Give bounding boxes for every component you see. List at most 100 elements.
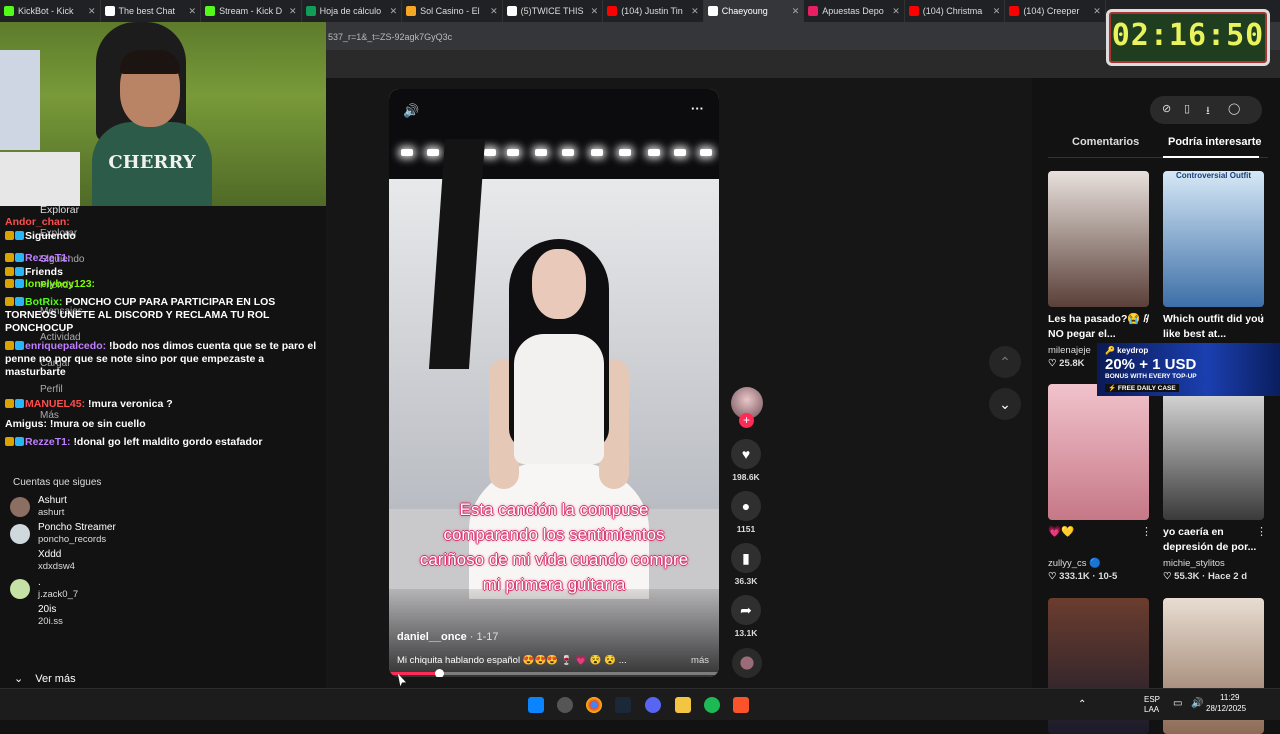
close-icon[interactable]: ✕: [186, 6, 197, 17]
author-name[interactable]: daniel__once: [397, 631, 467, 643]
video-thumbnail[interactable]: [1163, 384, 1264, 520]
avatar[interactable]: [10, 524, 30, 544]
browser-tab[interactable]: (104) Justin Tin ✕: [603, 0, 704, 22]
browser-tab[interactable]: KickBot - Kick ✕: [0, 0, 101, 22]
close-icon[interactable]: ✕: [1090, 6, 1101, 17]
close-icon[interactable]: ✕: [588, 6, 599, 17]
browser-tab[interactable]: (5)TWICE THIS ✕: [503, 0, 604, 22]
video-player[interactable]: 🔊 ··· Esta canción la compuse comparando …: [389, 89, 719, 677]
video-thumbnail[interactable]: [1048, 171, 1149, 307]
following-account[interactable]: Xddd xdxdsw4: [10, 549, 310, 573]
account-name[interactable]: Ashurt: [38, 495, 67, 506]
clock-date[interactable]: 28/12/2025: [1206, 704, 1246, 713]
miniplayer-icon[interactable]: ▯: [1184, 102, 1190, 115]
more-options-icon[interactable]: ···: [691, 101, 704, 116]
chat-username[interactable]: lonelyboy123:: [25, 278, 95, 290]
bookmark-icon[interactable]: ▮: [731, 543, 761, 573]
follow-button[interactable]: +: [739, 413, 754, 428]
heart-icon[interactable]: ♥: [731, 439, 761, 469]
language-variant[interactable]: LAA: [1144, 705, 1159, 714]
chat-username[interactable]: Siguiendo: [25, 230, 76, 242]
avatar[interactable]: [10, 497, 30, 517]
comment-icon[interactable]: ●: [731, 491, 761, 521]
video-title[interactable]: 💗💛: [1048, 525, 1156, 540]
following-account[interactable]: Poncho Streamer poncho_records: [10, 522, 310, 546]
language-code[interactable]: ESP: [1144, 695, 1160, 704]
like-action[interactable]: ♥ 198.6K: [731, 439, 761, 482]
comment-action[interactable]: ● 1151: [731, 491, 761, 534]
chrome-icon[interactable]: [586, 697, 602, 713]
more-options-icon[interactable]: ⋮: [1256, 312, 1267, 325]
browser-tab[interactable]: Stream - Kick D ✕: [201, 0, 302, 22]
close-icon[interactable]: ✕: [688, 6, 699, 17]
account-name[interactable]: .: [38, 577, 41, 588]
video-title[interactable]: Which outfit did you like best at...: [1163, 312, 1271, 342]
chat-username[interactable]: RezzeT1:: [25, 252, 71, 264]
browser-tab[interactable]: Chaeyoung ✕: [703, 0, 805, 22]
chat-username[interactable]: enriquepalcedo:: [25, 340, 106, 352]
spotify-icon[interactable]: [704, 697, 720, 713]
chat-username[interactable]: MANUEL45:: [25, 398, 85, 410]
tab-podria-interesarte[interactable]: Podría interesarte: [1168, 136, 1262, 148]
video-author[interactable]: michie_stylitos: [1163, 558, 1225, 569]
video-author[interactable]: daniel__once · 1-17: [397, 631, 499, 643]
close-icon[interactable]: ✕: [990, 6, 1001, 17]
chat-username[interactable]: RezzeT1:: [25, 436, 71, 448]
close-icon[interactable]: ✕: [387, 6, 398, 17]
tab-comments[interactable]: Comentarios: [1072, 136, 1139, 148]
browser-tab[interactable]: (104) Creeper ✕: [1005, 0, 1106, 22]
more-options-icon[interactable]: ⋮: [1256, 525, 1267, 538]
browser-tab[interactable]: (104) Christma ✕: [905, 0, 1006, 22]
video-thumbnail[interactable]: Controversial Outfit: [1163, 171, 1264, 307]
next-video-button[interactable]: ⌄: [989, 388, 1021, 420]
account-name[interactable]: Poncho Streamer: [38, 522, 116, 533]
chat-username[interactable]: Andor_chan:: [5, 216, 70, 228]
avatar[interactable]: [10, 606, 30, 626]
wifi-icon[interactable]: ▭: [1173, 698, 1182, 709]
chat-username[interactable]: Friends: [25, 266, 63, 278]
following-account[interactable]: 20is 20i.ss: [10, 604, 310, 628]
close-icon[interactable]: ✕: [889, 6, 900, 17]
music-disc-icon[interactable]: [732, 648, 762, 678]
browser-tab[interactable]: Apuestas Depo ✕: [804, 0, 905, 22]
save-action[interactable]: ▮ 36.3K: [731, 543, 761, 586]
video-progress-bar[interactable]: [389, 669, 719, 677]
video-title[interactable]: yo caería en depresión de por...: [1163, 525, 1271, 555]
account-name[interactable]: 20is: [38, 604, 56, 615]
download-icon[interactable]: ⭳: [1206, 102, 1210, 121]
autoscroll-icon[interactable]: ⊘: [1162, 102, 1171, 115]
video-author[interactable]: milenajeje: [1048, 345, 1091, 356]
steam-icon[interactable]: [615, 697, 631, 713]
progress-knob[interactable]: [434, 669, 444, 677]
share-icon[interactable]: ➦: [731, 595, 761, 625]
start-icon[interactable]: [528, 697, 544, 713]
clock-time[interactable]: 11:29: [1220, 693, 1239, 702]
browser-tab[interactable]: The best Chat ✕: [101, 0, 202, 22]
more-options-icon[interactable]: ⋮: [1141, 312, 1152, 325]
account-name[interactable]: Xddd: [38, 549, 61, 560]
record-icon[interactable]: ◯: [1228, 102, 1240, 115]
following-account[interactable]: Ashurt ashurt: [10, 495, 310, 519]
avatar[interactable]: [10, 551, 30, 571]
close-icon[interactable]: ✕: [85, 6, 96, 17]
avatar[interactable]: [10, 579, 30, 599]
following-account[interactable]: . j.zack0_7: [10, 577, 310, 601]
close-icon[interactable]: ✕: [487, 6, 498, 17]
browser-tab[interactable]: Hoja de cálculo ✕: [302, 0, 403, 22]
video-thumbnail[interactable]: [1048, 384, 1149, 520]
sound-icon[interactable]: 🔊: [403, 103, 419, 119]
previous-video-button[interactable]: ⌃: [989, 346, 1021, 378]
browser-tab[interactable]: Sol Casino - El ✕: [402, 0, 503, 22]
see-more-button[interactable]: ⌄ Ver más: [14, 672, 76, 685]
close-icon[interactable]: ✕: [286, 6, 297, 17]
video-author[interactable]: zullyy_cs 🔵: [1048, 558, 1101, 569]
more-options-icon[interactable]: ⋮: [1141, 525, 1152, 538]
search-icon[interactable]: [557, 697, 573, 713]
chat-username[interactable]: BotRix:: [25, 296, 62, 308]
share-action[interactable]: ➦ 13.1K: [731, 595, 761, 638]
brave-icon[interactable]: [733, 697, 749, 713]
file-explorer-icon[interactable]: [675, 697, 691, 713]
volume-icon[interactable]: 🔊: [1191, 698, 1203, 709]
description-more-link[interactable]: más: [691, 655, 709, 666]
close-icon[interactable]: ✕: [789, 6, 800, 17]
